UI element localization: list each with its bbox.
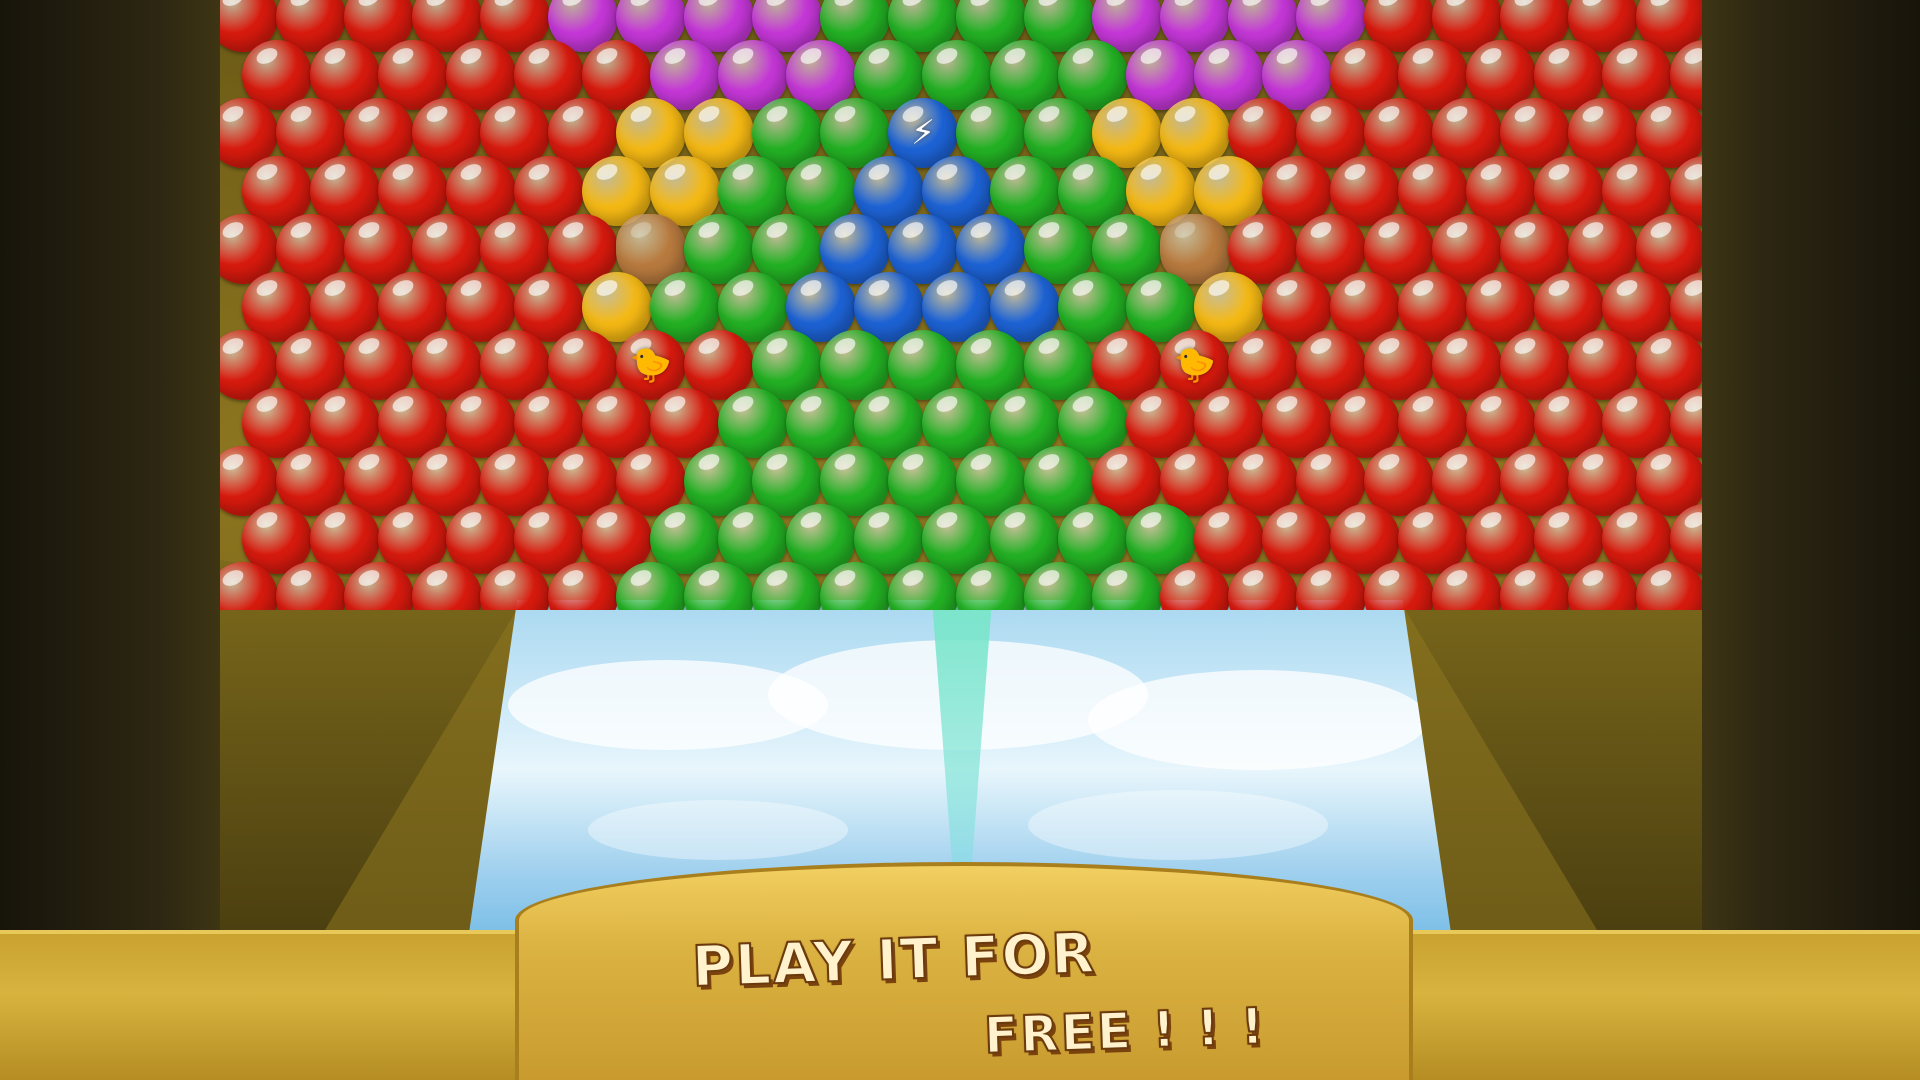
bubble-field[interactable]: ⚡ 🐤 🐤 [220,0,1702,610]
promo-text-line2: FREE ! ! ! [982,996,1267,1066]
lightning-icon: ⚡ [911,113,935,153]
cloud [1028,790,1328,860]
bird-bubble: 🐤 [616,330,686,400]
game-screen: ⚡ 🐤 🐤 PLAY IT FOR FREE ! ! ! [0,0,1920,1080]
cloud [588,800,848,860]
left-shadow [0,0,220,930]
bird-icon: 🐤 [629,345,673,385]
bird-icon: 🐤 [1173,345,1217,385]
cloud [1088,670,1428,770]
bird-bubble: 🐤 [1160,330,1230,400]
lightning-bubble: ⚡ [888,98,958,168]
right-shadow [1700,0,1920,930]
